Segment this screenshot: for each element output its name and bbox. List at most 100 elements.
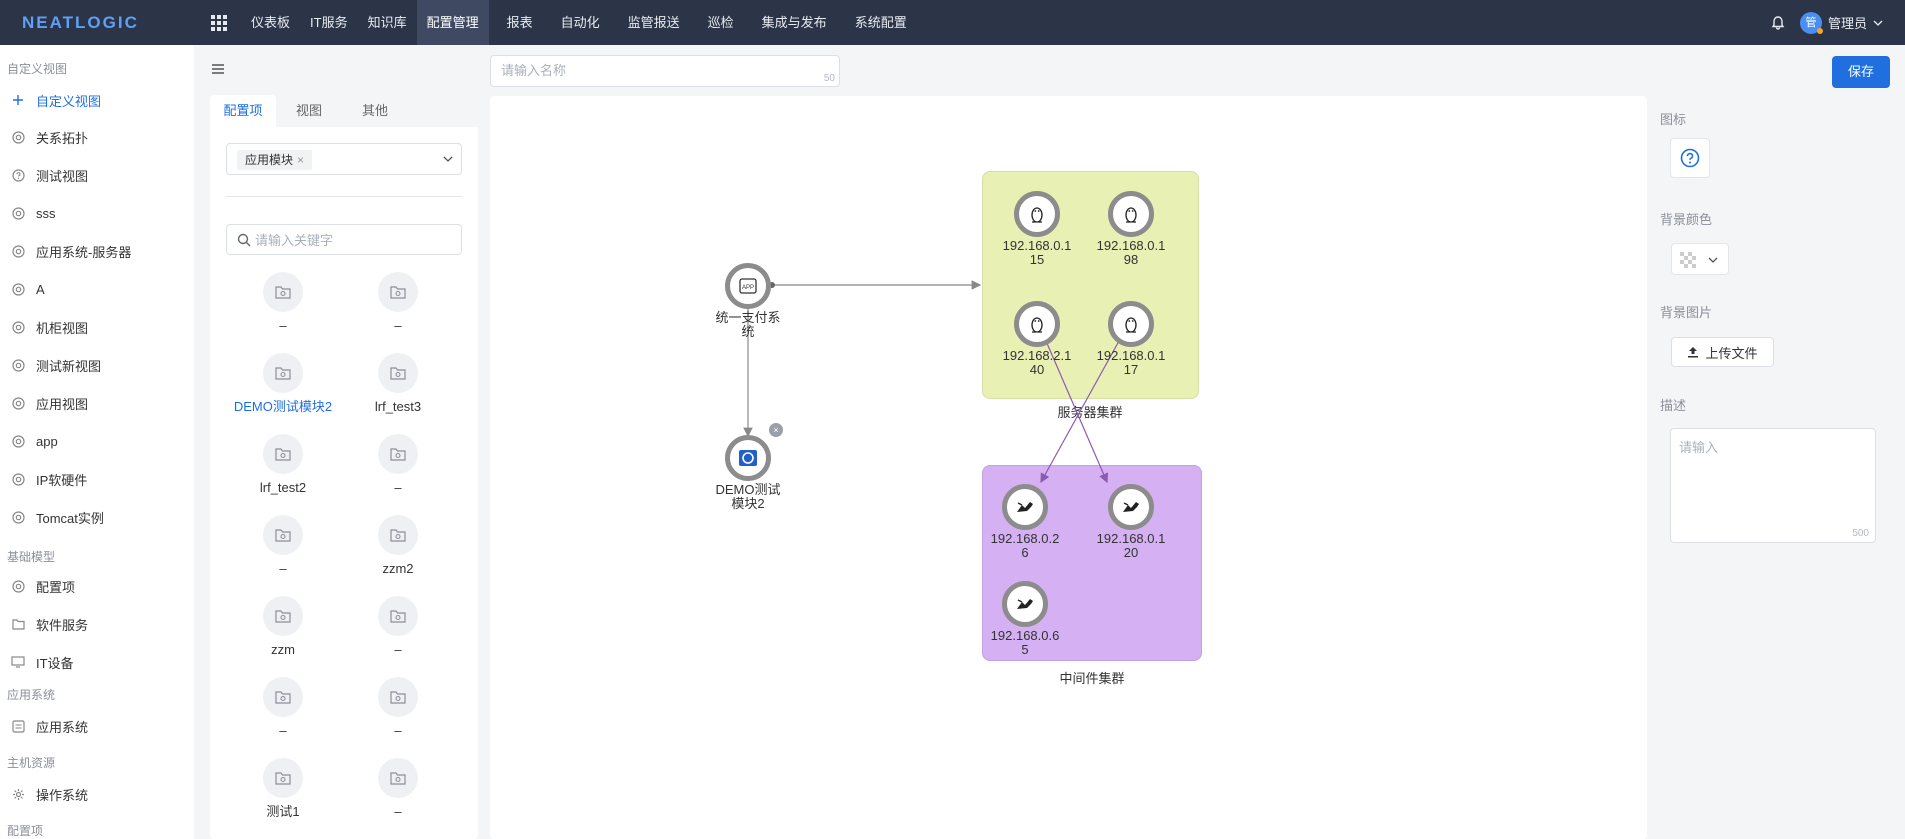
sidebar-item[interactable]: 软件服务 (0, 609, 194, 639)
ci-type-item[interactable]: zzm (233, 596, 333, 660)
nav-item[interactable]: 集成与发布 (752, 0, 837, 45)
node-middleware[interactable]: 192.168.0.26 (980, 484, 1070, 560)
apps-grid-icon[interactable] (211, 14, 227, 31)
ci-type-item[interactable]: – (348, 758, 448, 822)
nav-item[interactable]: 监管报送 (618, 0, 690, 45)
ci-type-item[interactable]: – (348, 434, 448, 498)
question-circle-icon (11, 168, 25, 182)
module-icon (725, 435, 771, 481)
ci-type-item[interactable]: – (233, 515, 333, 579)
bg-color-picker[interactable] (1671, 243, 1729, 275)
user-name[interactable]: 管理员 (1828, 13, 1867, 32)
panel-tabs: 配置项 视图 其他 (210, 95, 478, 127)
sidebar-item[interactable]: 自定义视图 (0, 85, 194, 115)
view-sidebar: 自定义视图 自定义视图 关系拓扑 测试视图 sss 应用系统-服务器 A 机柜视图 测试新视图应… (0, 45, 194, 839)
plus-icon (11, 93, 25, 107)
node-server[interactable]: 192.168.0.198 (1086, 191, 1176, 267)
node-server[interactable]: 192.168.0.115 (992, 191, 1082, 267)
nav-item[interactable]: IT服务 (300, 0, 358, 45)
ci-type-select[interactable]: 应用模块 × (226, 143, 462, 175)
sidebar-item[interactable]: 机柜视图 (0, 312, 194, 342)
sidebar-group-title: 自定义视图 (7, 62, 68, 76)
circle-icon (11, 358, 25, 372)
node-middleware[interactable]: 192.168.0.120 (1086, 484, 1176, 560)
node-label: 统一支付系统 (715, 310, 781, 339)
topology-canvas[interactable]: 服务器集群 中间件集群 APP 统一支付系统 DEMO测试模块2 × 192.1… (490, 96, 1647, 839)
sidebar-item-label: 机柜视图 (36, 320, 89, 336)
chip-remove-icon[interactable]: × (297, 153, 304, 167)
ci-type-item[interactable]: lrf_test3 (348, 353, 448, 417)
sidebar-item[interactable]: 应用系统-服务器 (0, 236, 194, 266)
bell-icon[interactable] (1770, 15, 1786, 31)
nav-item[interactable]: 配置管理 (416, 0, 489, 45)
ci-type-item[interactable]: DEMO测试模块2 (233, 353, 333, 417)
menu-toggle-icon[interactable] (211, 63, 225, 75)
description-field[interactable]: 500 (1670, 428, 1876, 543)
tab[interactable]: 其他 (342, 95, 408, 127)
ci-type-item[interactable]: – (233, 677, 333, 741)
sidebar-item[interactable]: 应用系统 (0, 711, 194, 741)
circle-icon (11, 579, 25, 593)
linux-icon (1108, 301, 1154, 347)
node-module[interactable]: DEMO测试模块2 (703, 435, 793, 511)
divider (226, 196, 462, 197)
nav-item[interactable]: 知识库 (358, 0, 417, 45)
node-middleware[interactable]: 192.168.0.65 (980, 581, 1070, 657)
selected-chip: 应用模块 × (237, 150, 313, 170)
save-button[interactable]: 保存 (1832, 56, 1890, 88)
icon-picker[interactable] (1670, 138, 1710, 178)
circle-icon (11, 510, 25, 524)
node-label: 192.168.2.140 (1002, 348, 1072, 377)
sidebar-item[interactable]: IT设备 (0, 647, 194, 677)
nav-item[interactable]: 巡检 (698, 0, 744, 45)
tomcat-icon (1108, 484, 1154, 530)
sidebar-item[interactable]: 操作系统 (0, 779, 194, 809)
node-label: DEMO测试模块2 (715, 482, 781, 511)
upload-button[interactable]: 上传文件 (1671, 337, 1774, 367)
ci-type-item[interactable]: zzm2 (348, 515, 448, 579)
ci-type-item[interactable]: lrf_test2 (233, 434, 333, 498)
ci-type-item[interactable]: – (348, 272, 448, 336)
circle-icon (11, 472, 25, 486)
ci-type-item[interactable]: – (348, 596, 448, 660)
avatar[interactable]: 管 (1799, 11, 1823, 34)
chevron-down-icon[interactable] (443, 154, 453, 164)
name-char-limit: 50 (823, 73, 835, 84)
node-server[interactable]: 192.168.2.140 (992, 301, 1082, 377)
sidebar-item[interactable]: 配置项 (0, 571, 194, 601)
sidebar-item[interactable]: 关系拓扑 (0, 122, 194, 152)
sidebar-item-label: A (36, 281, 45, 297)
sidebar-item[interactable]: 测试视图 (0, 160, 194, 190)
ci-folder-icon (378, 272, 418, 312)
nav-item[interactable]: 系统配置 (845, 0, 917, 45)
sidebar-item[interactable]: sss (0, 198, 194, 228)
nav-item[interactable]: 报表 (497, 0, 543, 45)
view-name-input[interactable] (501, 63, 801, 78)
node-server[interactable]: 192.168.0.117 (1086, 301, 1176, 377)
bg-color-label: 背景颜色 (1660, 212, 1713, 227)
sidebar-item[interactable]: app (0, 426, 194, 456)
search-input[interactable] (255, 231, 455, 249)
sidebar-item[interactable]: IP软硬件 (0, 464, 194, 494)
sidebar-item-label: sss (36, 205, 56, 221)
ci-type-item[interactable]: – (348, 677, 448, 741)
sidebar-item[interactable]: 应用视图 (0, 388, 194, 418)
nav-item[interactable]: 仪表板 (241, 0, 300, 45)
sidebar-item[interactable]: A (0, 274, 194, 304)
tomcat-icon (1002, 581, 1048, 627)
sidebar-item[interactable]: 测试新视图 (0, 350, 194, 380)
tab[interactable]: 视图 (276, 95, 342, 127)
delete-node-icon[interactable]: × (769, 423, 783, 437)
sidebar-item[interactable]: Tomcat实例 (0, 502, 194, 532)
keyword-search[interactable] (226, 224, 462, 255)
tab[interactable]: 配置项 (210, 95, 276, 127)
ci-type-item[interactable]: 测试1 (233, 758, 333, 822)
node-label: 192.168.0.120 (1096, 531, 1166, 560)
description-input[interactable] (1679, 437, 1867, 527)
ci-type-item[interactable]: – (233, 272, 333, 336)
nav-item[interactable]: 自动化 (551, 0, 610, 45)
circle-icon (11, 282, 25, 296)
chevron-down-icon[interactable] (1873, 18, 1883, 28)
node-app[interactable]: APP 统一支付系统 (703, 263, 793, 339)
view-name-field[interactable]: 50 (490, 55, 840, 87)
